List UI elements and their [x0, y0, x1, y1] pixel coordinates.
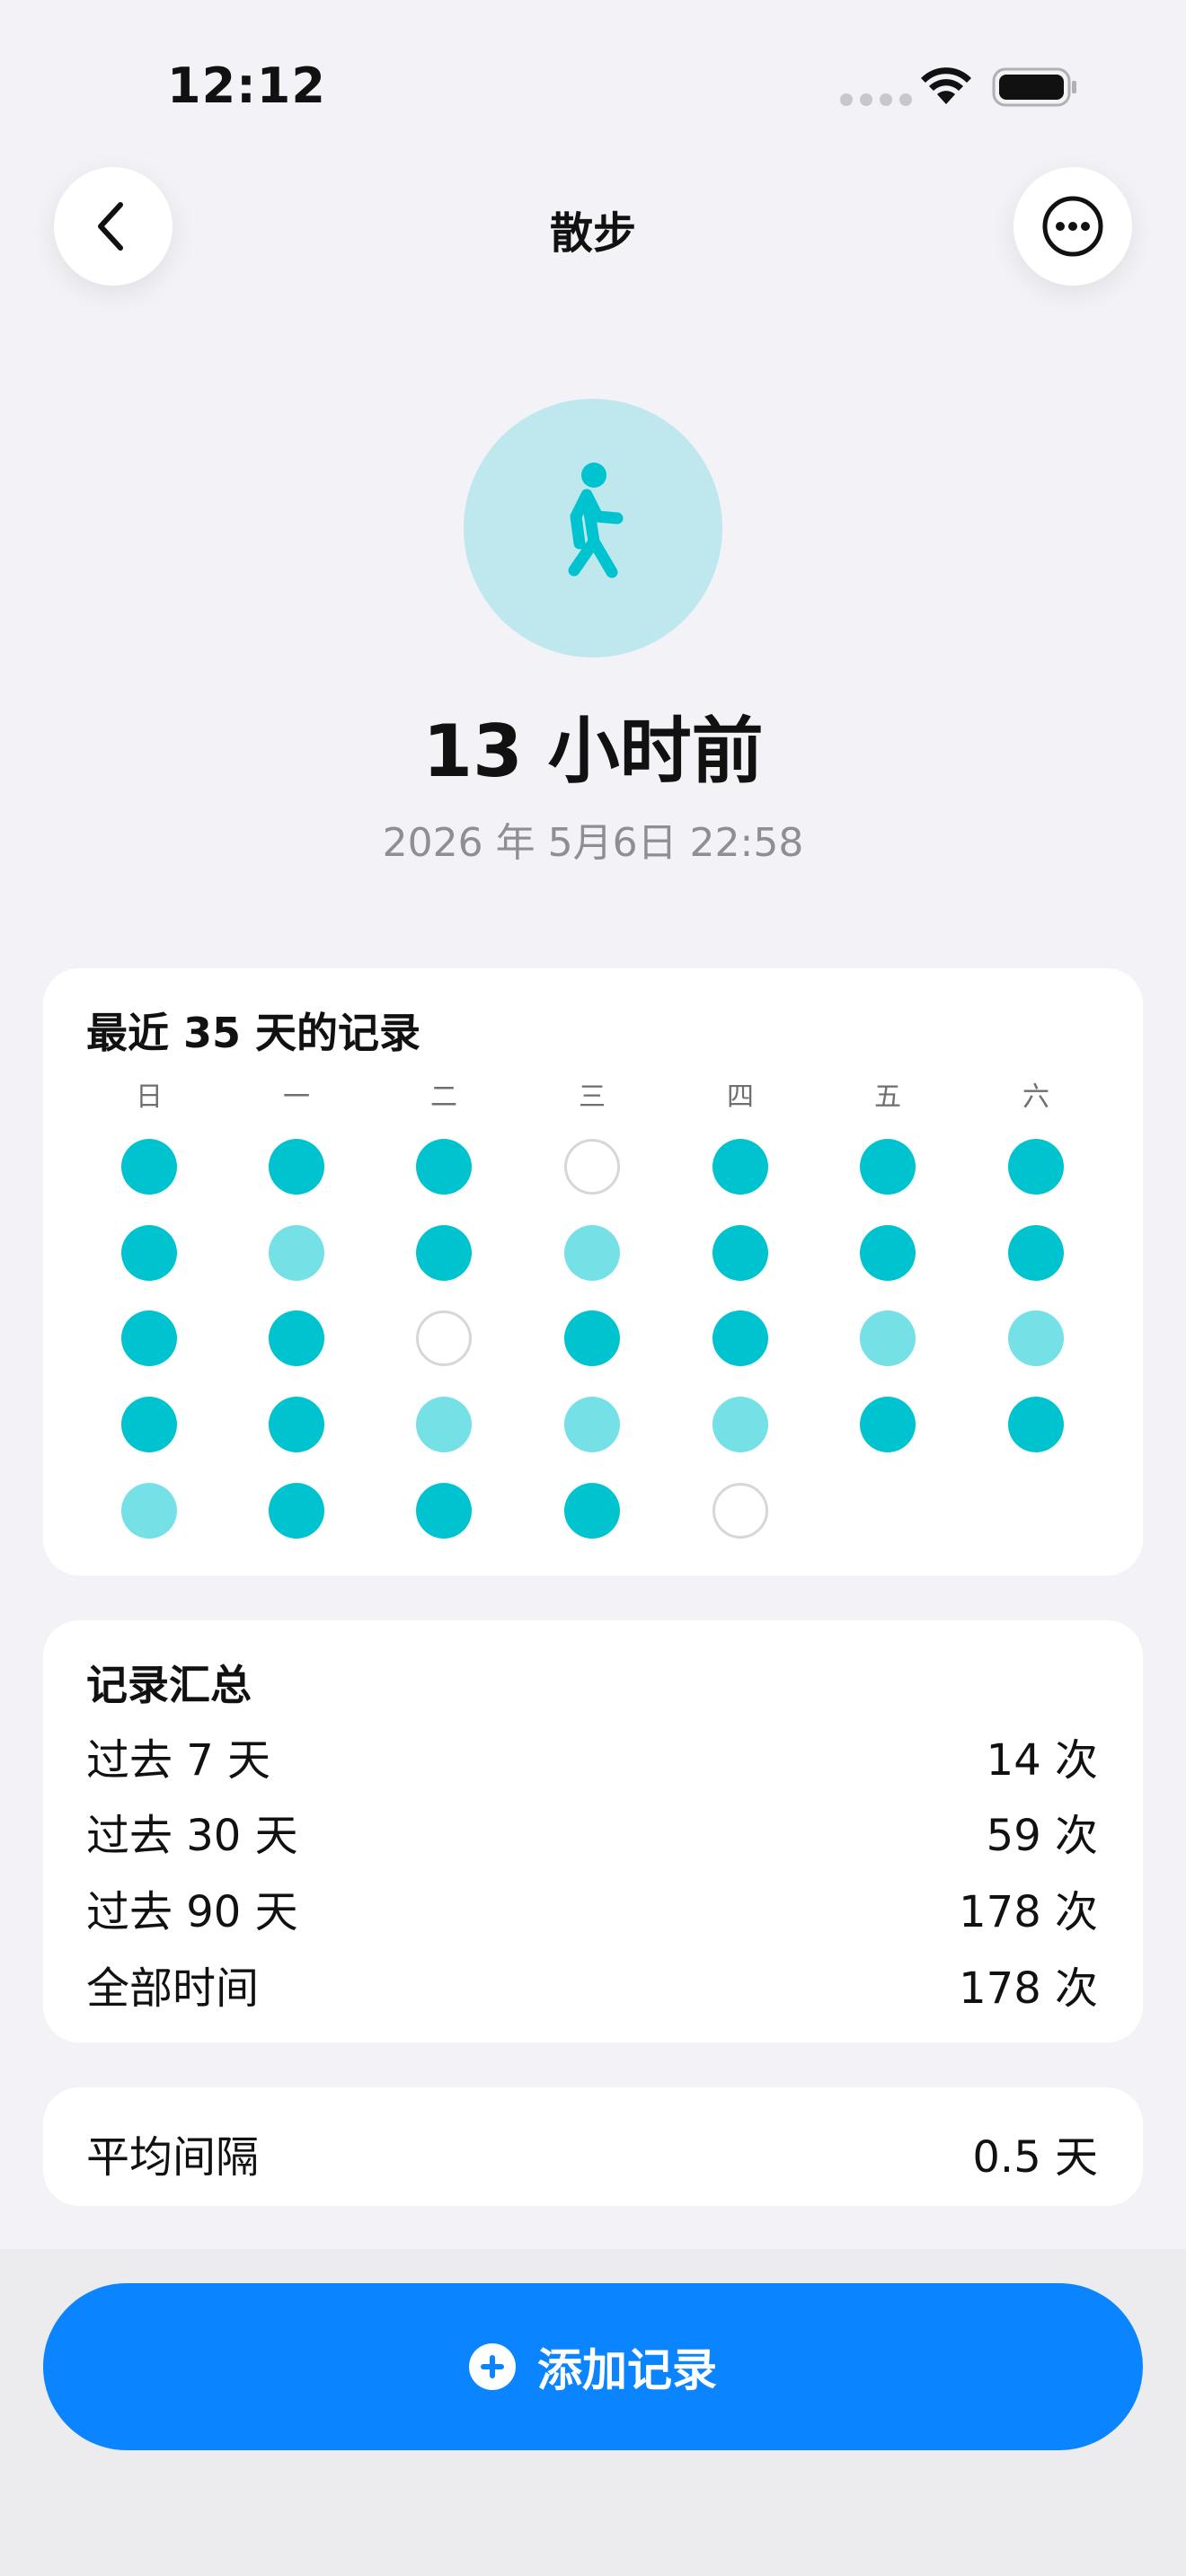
summary-row-value: 178 次 — [959, 1887, 1098, 1937]
ellipsis-circle-icon — [1042, 196, 1103, 257]
record-day-dot[interactable] — [121, 1397, 177, 1452]
add-record-label: 添加记录 — [537, 2344, 717, 2396]
status-time: 12:12 — [167, 57, 326, 114]
cellular-signal-icon — [840, 93, 912, 106]
summary-row: 过去 7 天 14 次 — [86, 1725, 1098, 1787]
record-day-dot[interactable] — [564, 1310, 620, 1366]
summary-card: 记录汇总 过去 7 天 14 次 过去 30 天 59 次 过去 90 天 17… — [43, 1620, 1143, 2042]
record-day-dot[interactable] — [712, 1310, 768, 1366]
summary-row: 全部时间 178 次 — [86, 1953, 1098, 2016]
record-day-dot[interactable] — [121, 1225, 177, 1281]
record-day-dot[interactable] — [416, 1483, 472, 1539]
average-interval-label: 平均间隔 — [86, 2132, 260, 2183]
average-interval-card: 平均间隔 0.5 天 — [43, 2087, 1143, 2206]
summary-row-value: 14 次 — [986, 1735, 1098, 1786]
add-record-button[interactable]: 添加记录 — [43, 2283, 1143, 2450]
record-dot-grid — [43, 968, 1143, 1575]
record-day-dot[interactable] — [416, 1139, 472, 1195]
page-title: 散步 — [549, 208, 636, 259]
record-day-dot[interactable] — [1008, 1225, 1064, 1281]
record-day-dot[interactable] — [416, 1225, 472, 1281]
status-bar: 12:12 — [0, 0, 1186, 171]
record-day-dot[interactable] — [1008, 1310, 1064, 1366]
record-day-dot[interactable] — [121, 1139, 177, 1195]
record-day-dot[interactable] — [269, 1483, 324, 1539]
last-record-relative-time: 13 小时前 — [422, 710, 764, 793]
record-day-dot[interactable] — [564, 1225, 620, 1281]
record-day-dot[interactable] — [1008, 1397, 1064, 1452]
record-day-dot[interactable] — [860, 1310, 916, 1366]
record-day-dot[interactable] — [860, 1139, 916, 1195]
summary-title: 记录汇总 — [86, 1661, 252, 1709]
activity-icon-circle — [464, 399, 722, 657]
summary-row-value: 178 次 — [959, 1963, 1098, 2014]
record-day-dot[interactable] — [269, 1139, 324, 1195]
battery-icon — [992, 67, 1076, 107]
record-day-dot[interactable] — [269, 1310, 324, 1366]
wifi-icon — [921, 67, 971, 104]
record-day-dot[interactable] — [416, 1310, 472, 1366]
record-day-dot[interactable] — [712, 1397, 768, 1452]
record-day-dot[interactable] — [416, 1397, 472, 1452]
record-day-dot[interactable] — [564, 1483, 620, 1539]
recent-records-card: 最近 35 天的记录 日一二三四五六 — [43, 968, 1143, 1575]
record-day-dot[interactable] — [564, 1397, 620, 1452]
record-day-dot[interactable] — [121, 1310, 177, 1366]
record-day-dot[interactable] — [860, 1225, 916, 1281]
plus-circle-icon — [469, 2343, 516, 2390]
record-day-dot[interactable] — [860, 1397, 916, 1452]
record-day-dot[interactable] — [121, 1483, 177, 1539]
last-record-date: 2026 年 5月6日 22:58 — [382, 820, 804, 866]
summary-row: 过去 30 天 59 次 — [86, 1800, 1098, 1863]
average-interval-value: 0.5 天 — [972, 2132, 1098, 2183]
record-day-dot[interactable] — [712, 1225, 768, 1281]
summary-row-label: 过去 90 天 — [86, 1887, 298, 1937]
summary-row-label: 过去 7 天 — [86, 1735, 271, 1786]
record-day-dot[interactable] — [564, 1139, 620, 1195]
record-day-dot[interactable] — [712, 1483, 768, 1539]
more-button[interactable] — [1013, 167, 1132, 286]
record-day-dot[interactable] — [269, 1225, 324, 1281]
summary-row-value: 59 次 — [986, 1811, 1098, 1861]
average-interval-row: 平均间隔 0.5 天 — [86, 2122, 1098, 2184]
summary-row-label: 过去 30 天 — [86, 1811, 298, 1861]
record-day-dot[interactable] — [269, 1397, 324, 1452]
summary-row-label: 全部时间 — [86, 1963, 260, 2014]
walking-person-icon — [568, 463, 624, 578]
record-day-dot[interactable] — [712, 1139, 768, 1195]
summary-row: 过去 90 天 178 次 — [86, 1876, 1098, 1939]
record-day-dot[interactable] — [1008, 1139, 1064, 1195]
